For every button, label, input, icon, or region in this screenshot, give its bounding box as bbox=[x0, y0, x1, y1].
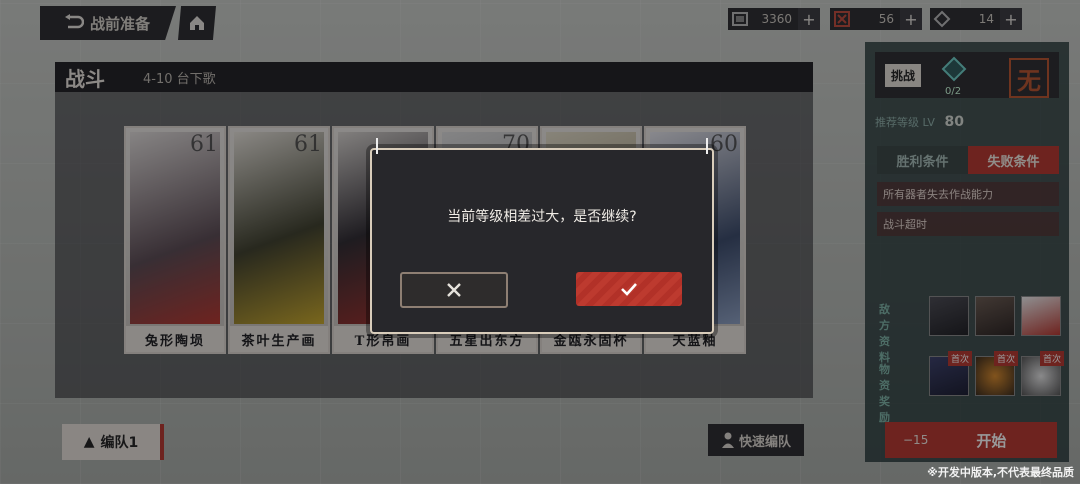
dialog-message: 当前等级相差过大，是否继续? bbox=[447, 209, 637, 225]
close-icon bbox=[447, 283, 461, 297]
confirm-dialog: 当前等级相差过大，是否继续? bbox=[370, 138, 714, 334]
dialog-pin bbox=[376, 138, 378, 154]
dialog-pin bbox=[706, 138, 708, 154]
cancel-button[interactable] bbox=[400, 272, 508, 308]
check-icon bbox=[621, 283, 637, 296]
dev-version-watermark: ※开发中版本,不代表最终品质 bbox=[927, 466, 1074, 479]
confirm-button[interactable] bbox=[576, 272, 682, 306]
